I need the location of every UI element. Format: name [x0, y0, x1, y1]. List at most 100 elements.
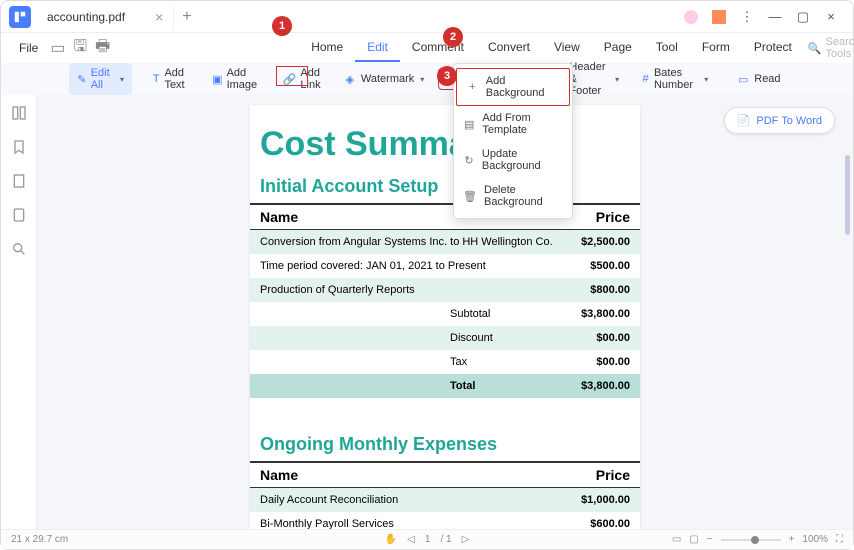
background-dropdown: +Add Background ▤Add From Template ↻Upda…: [453, 63, 573, 219]
table-row: Conversion from Angular Systems Inc. to …: [250, 230, 640, 255]
bates-icon: #: [641, 72, 650, 86]
menu-convert[interactable]: Convert: [476, 34, 542, 62]
doc-title: Cost Summa: [250, 125, 640, 164]
dd-add-from-template[interactable]: ▤Add From Template: [454, 106, 572, 142]
add-text-button[interactable]: TAdd Text: [144, 63, 198, 95]
minimize-button[interactable]: —: [761, 5, 789, 29]
text-icon: T: [152, 72, 160, 86]
attachments-icon[interactable]: [11, 207, 27, 223]
status-center: ✋ ◁ 1 / 1 ▷: [385, 534, 470, 545]
refresh-icon: ↻: [464, 154, 474, 166]
pdf-to-word-button[interactable]: 📄PDF To Word: [724, 107, 835, 134]
read-button[interactable]: ▭Read: [728, 68, 788, 90]
table-row: Daily Account Reconciliation$1,000.00: [250, 488, 640, 513]
zoom-out-icon[interactable]: −: [707, 534, 713, 545]
window-controls: ⋮ — ▢ ×: [677, 5, 845, 29]
status-right: ▭ ▢ − + 100% ⛶: [672, 534, 843, 545]
add-image-button[interactable]: ▣Add Image: [204, 63, 269, 95]
dd-update-background[interactable]: ↻Update Background: [454, 142, 572, 178]
search-sidebar-icon[interactable]: [11, 241, 27, 257]
page-outline-icon[interactable]: [11, 173, 27, 189]
dd-add-background[interactable]: +Add Background: [456, 68, 570, 106]
callout-2: 2: [443, 27, 463, 47]
menu-form[interactable]: Form: [690, 34, 742, 62]
bates-number-button[interactable]: #Bates Number▾: [633, 63, 716, 95]
callout-edit-highlight: [276, 66, 308, 86]
template-icon: ▤: [464, 118, 474, 130]
bookmark-icon[interactable]: [11, 139, 27, 155]
chevron-down-icon: ▾: [704, 75, 708, 84]
hand-tool-icon[interactable]: ✋: [385, 534, 397, 545]
chevron-down-icon: ▾: [420, 75, 424, 84]
watermark-icon: ◈: [343, 72, 357, 86]
edit-toolbar: ✎Edit All▾ TAdd Text ▣Add Image 🔗Add Lin…: [1, 63, 853, 95]
document-tab[interactable]: accounting.pdf ×: [37, 5, 174, 29]
read-icon: ▭: [736, 72, 750, 86]
cost-table-1: NamePrice Conversion from Angular System…: [250, 205, 640, 398]
cost-table-2: NamePrice Daily Account Reconciliation$1…: [250, 463, 640, 529]
pencil-icon: ✎: [77, 72, 87, 86]
main-menu: Home Edit Comment Convert View Page Tool…: [299, 34, 804, 62]
menu-edit[interactable]: Edit: [355, 34, 400, 62]
edit-all-button[interactable]: ✎Edit All▾: [69, 63, 132, 95]
zoom-thumb[interactable]: [751, 536, 759, 544]
convert-icon: 📄: [737, 114, 751, 127]
file-menu[interactable]: File: [11, 37, 46, 59]
workspace: 📄PDF To Word Cost Summa Initial Account …: [1, 95, 853, 529]
close-tab-icon[interactable]: ×: [155, 9, 163, 25]
page-total: / 1: [440, 534, 451, 545]
table-row: Bi-Monthly Payroll Services$600.00: [250, 512, 640, 529]
fullscreen-icon[interactable]: ⛶: [836, 534, 843, 545]
print-icon[interactable]: 🖶: [91, 33, 114, 64]
table-row: Production of Quarterly Reports$800.00: [250, 278, 640, 302]
document-canvas[interactable]: 📄PDF To Word Cost Summa Initial Account …: [37, 95, 853, 529]
menu-page[interactable]: Page: [592, 34, 644, 62]
zoom-in-icon[interactable]: +: [789, 534, 795, 545]
maximize-button[interactable]: ▢: [789, 5, 817, 29]
menu-tool[interactable]: Tool: [644, 34, 690, 62]
chevron-down-icon: ▾: [615, 75, 619, 84]
vertical-scrollbar[interactable]: [845, 155, 850, 235]
prev-page-icon[interactable]: ◁: [407, 534, 415, 545]
zoom-value: 100%: [802, 534, 828, 545]
menubar: File ▭ 🖫 🖶 Home Edit Comment Convert Vie…: [1, 33, 853, 63]
new-tab-button[interactable]: +: [174, 4, 199, 30]
table-row: Subtotal$3,800.00: [250, 302, 640, 326]
col-name: Name: [250, 463, 522, 488]
trash-icon: 🗑: [464, 190, 476, 202]
close-window-button[interactable]: ×: [817, 5, 845, 29]
titlebar: accounting.pdf × + ⋮ — ▢ ×: [1, 1, 853, 33]
thumbnails-icon[interactable]: [11, 105, 27, 121]
table-row: Total$3,800.00: [250, 374, 640, 398]
table-row: Tax$00.00: [250, 350, 640, 374]
page-dimensions: 21 x 29.7 cm: [11, 534, 68, 545]
fit-page-icon[interactable]: ▢: [689, 534, 698, 545]
callout-3: 3: [437, 66, 457, 86]
menu-view[interactable]: View: [542, 34, 592, 62]
zoom-slider[interactable]: [721, 539, 781, 541]
app-badge[interactable]: [705, 5, 733, 29]
fit-width-icon[interactable]: ▭: [672, 534, 681, 545]
callout-1: 1: [272, 16, 292, 36]
open-icon[interactable]: ▭: [46, 36, 69, 60]
menu-protect[interactable]: Protect: [742, 34, 804, 62]
page-current[interactable]: 1: [425, 534, 431, 545]
next-page-icon[interactable]: ▷: [462, 534, 470, 545]
image-icon: ▣: [212, 72, 222, 86]
search-tools[interactable]: 🔍 Search Tools: [804, 32, 854, 64]
section-heading: Initial Account Setup: [250, 164, 640, 205]
save-icon[interactable]: 🖫: [69, 33, 91, 64]
menu-home[interactable]: Home: [299, 34, 355, 62]
col-price: Price: [522, 463, 640, 488]
table-row: Discount$00.00: [250, 326, 640, 350]
search-icon: 🔍: [808, 42, 822, 55]
watermark-button[interactable]: ◈Watermark▾: [335, 68, 432, 90]
statusbar: 21 x 29.7 cm ✋ ◁ 1 / 1 ▷ ▭ ▢ − + 100% ⛶: [1, 529, 853, 549]
section-heading: Ongoing Monthly Expenses: [250, 422, 640, 463]
pdf-page: Cost Summa Initial Account Setup NamePri…: [250, 105, 640, 529]
menu-comment[interactable]: Comment: [400, 34, 476, 62]
more-icon[interactable]: ⋮: [733, 5, 761, 29]
dd-delete-background[interactable]: 🗑Delete Background: [454, 178, 572, 214]
user-badge[interactable]: [677, 5, 705, 29]
left-sidebar: [1, 95, 37, 529]
